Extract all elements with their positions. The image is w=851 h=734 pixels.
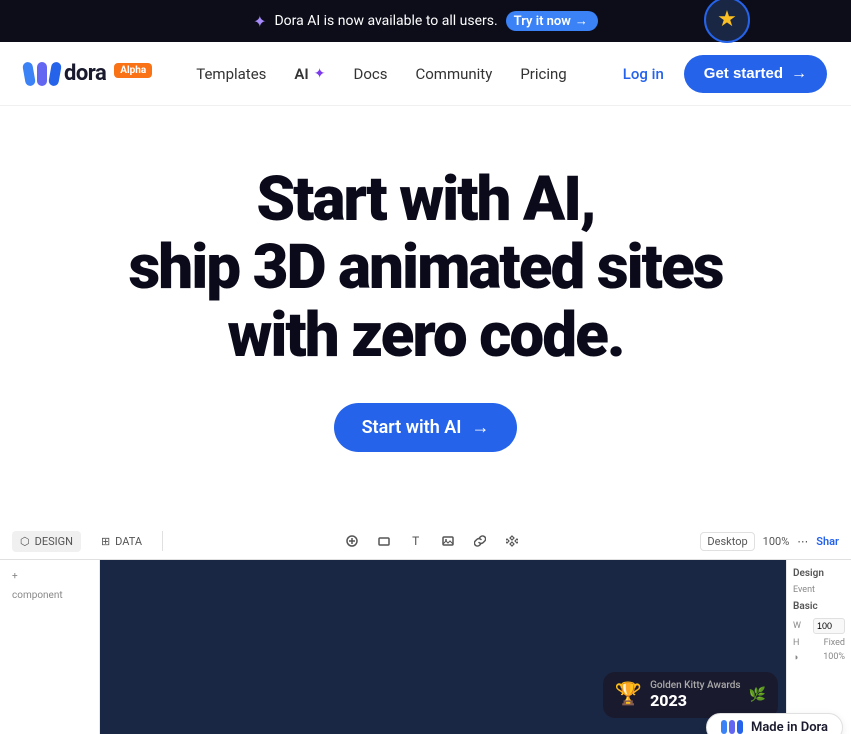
- cta-arrow-icon: →: [471, 417, 489, 438]
- tool-link[interactable]: [468, 529, 492, 553]
- nav-links: Templates AI ✦ Docs Community Pricing: [184, 57, 611, 91]
- tool-cursor[interactable]: [340, 529, 364, 553]
- award-text: Golden Kitty Awards 2023: [650, 680, 741, 710]
- panel-event-tab[interactable]: Event: [793, 585, 845, 595]
- canvas-main[interactable]: 🏆 Golden Kitty Awards 2023 🌿: [100, 560, 786, 734]
- toolbar-tools: T: [175, 529, 688, 553]
- toolbar-right: Desktop 100% ⋯ Shar: [700, 532, 839, 551]
- logo-text: dora: [64, 61, 106, 86]
- made-in-label: Made in Dora: [751, 720, 828, 734]
- trophy-icon: 🏆: [615, 682, 642, 707]
- ai-sparkle-icon: ✦: [314, 66, 326, 82]
- try-now-link[interactable]: Try it now →: [506, 11, 598, 31]
- try-now-button[interactable]: Try it now →: [506, 11, 598, 31]
- hero-cta-button[interactable]: Start with AI →: [334, 403, 518, 452]
- tool-text[interactable]: T: [404, 529, 428, 553]
- hero-headline: Start with AI, ship 3D animated sites wi…: [40, 166, 811, 371]
- tab-data[interactable]: ⊞ DATA: [93, 531, 150, 552]
- opacity-row: ◑ 100%: [793, 652, 845, 663]
- alpha-badge: Alpha: [114, 63, 152, 78]
- star-decoration: ★: [703, 0, 751, 44]
- svg-text:★: ★: [717, 7, 737, 32]
- nav-docs[interactable]: Docs: [341, 57, 399, 91]
- get-started-button[interactable]: Get started →: [684, 55, 827, 93]
- height-value: Fixed: [824, 638, 845, 648]
- tab-design[interactable]: ⬡ DESIGN: [12, 531, 81, 552]
- share-btn[interactable]: Shar: [816, 535, 839, 548]
- zoom-level[interactable]: 100%: [763, 535, 790, 548]
- hero-headline-line2: ship 3D animated sites: [128, 231, 722, 304]
- nav-community[interactable]: Community: [403, 57, 504, 91]
- golden-kitty-badge: 🏆 Golden Kitty Awards 2023 🌿: [603, 672, 778, 718]
- logo-icon: [24, 62, 60, 86]
- hero-headline-line3: with zero code.: [227, 299, 623, 372]
- logo[interactable]: dora Alpha: [24, 61, 152, 86]
- add-layer-icon: +: [12, 571, 18, 582]
- sparkle-icon: ✦: [253, 12, 266, 31]
- layer-component[interactable]: component: [8, 587, 91, 604]
- arrow-icon: →: [791, 65, 807, 83]
- toolbar-more[interactable]: ⋯: [797, 535, 808, 548]
- award-decoration: 🌿: [749, 687, 766, 703]
- nav-right: Log in Get started →: [611, 55, 827, 93]
- tool-image[interactable]: [436, 529, 460, 553]
- layer-item[interactable]: +: [8, 568, 91, 585]
- height-row: H Fixed: [793, 638, 845, 648]
- login-button[interactable]: Log in: [611, 57, 676, 91]
- canvas-area: + component 🏆 Golden Kitty Awards 2023 🌿…: [0, 560, 851, 734]
- made-in-dora-badge[interactable]: Made in Dora: [706, 713, 843, 734]
- nav-ai[interactable]: AI ✦: [282, 57, 337, 91]
- hero-section: Start with AI, ship 3D animated sites wi…: [0, 106, 851, 492]
- toolbar-divider: [162, 531, 163, 551]
- editor-preview: ⬡ DESIGN ⊞ DATA T: [0, 524, 851, 734]
- navbar: dora Alpha Templates AI ✦ Docs Community…: [0, 42, 851, 106]
- nav-templates[interactable]: Templates: [184, 57, 278, 91]
- design-tab-icon: ⬡: [20, 535, 30, 548]
- opacity-icon: ◑: [793, 652, 798, 663]
- opacity-value: 100%: [823, 652, 845, 662]
- width-input[interactable]: [813, 618, 845, 634]
- data-tab-icon: ⊞: [101, 535, 110, 548]
- announcement-bar: ✦ Dora AI is now available to all users.…: [0, 0, 851, 42]
- desktop-select[interactable]: Desktop: [700, 532, 754, 551]
- announcement-text: Dora AI is now available to all users.: [274, 13, 497, 29]
- editor-toolbar: ⬡ DESIGN ⊞ DATA T: [0, 524, 851, 560]
- panel-design-title: Design: [793, 568, 845, 579]
- dora-logo-icon: [721, 720, 743, 734]
- tool-rect[interactable]: [372, 529, 396, 553]
- nav-pricing[interactable]: Pricing: [508, 57, 578, 91]
- panel-basic-section: Basic: [793, 601, 845, 612]
- right-panel: Design Event Basic W H Fixed ◑ 100%: [786, 560, 851, 734]
- tool-component[interactable]: [500, 529, 524, 553]
- hero-headline-line1: Start with AI,: [256, 163, 594, 236]
- left-panel: + component: [0, 560, 100, 734]
- width-row: W: [793, 618, 845, 634]
